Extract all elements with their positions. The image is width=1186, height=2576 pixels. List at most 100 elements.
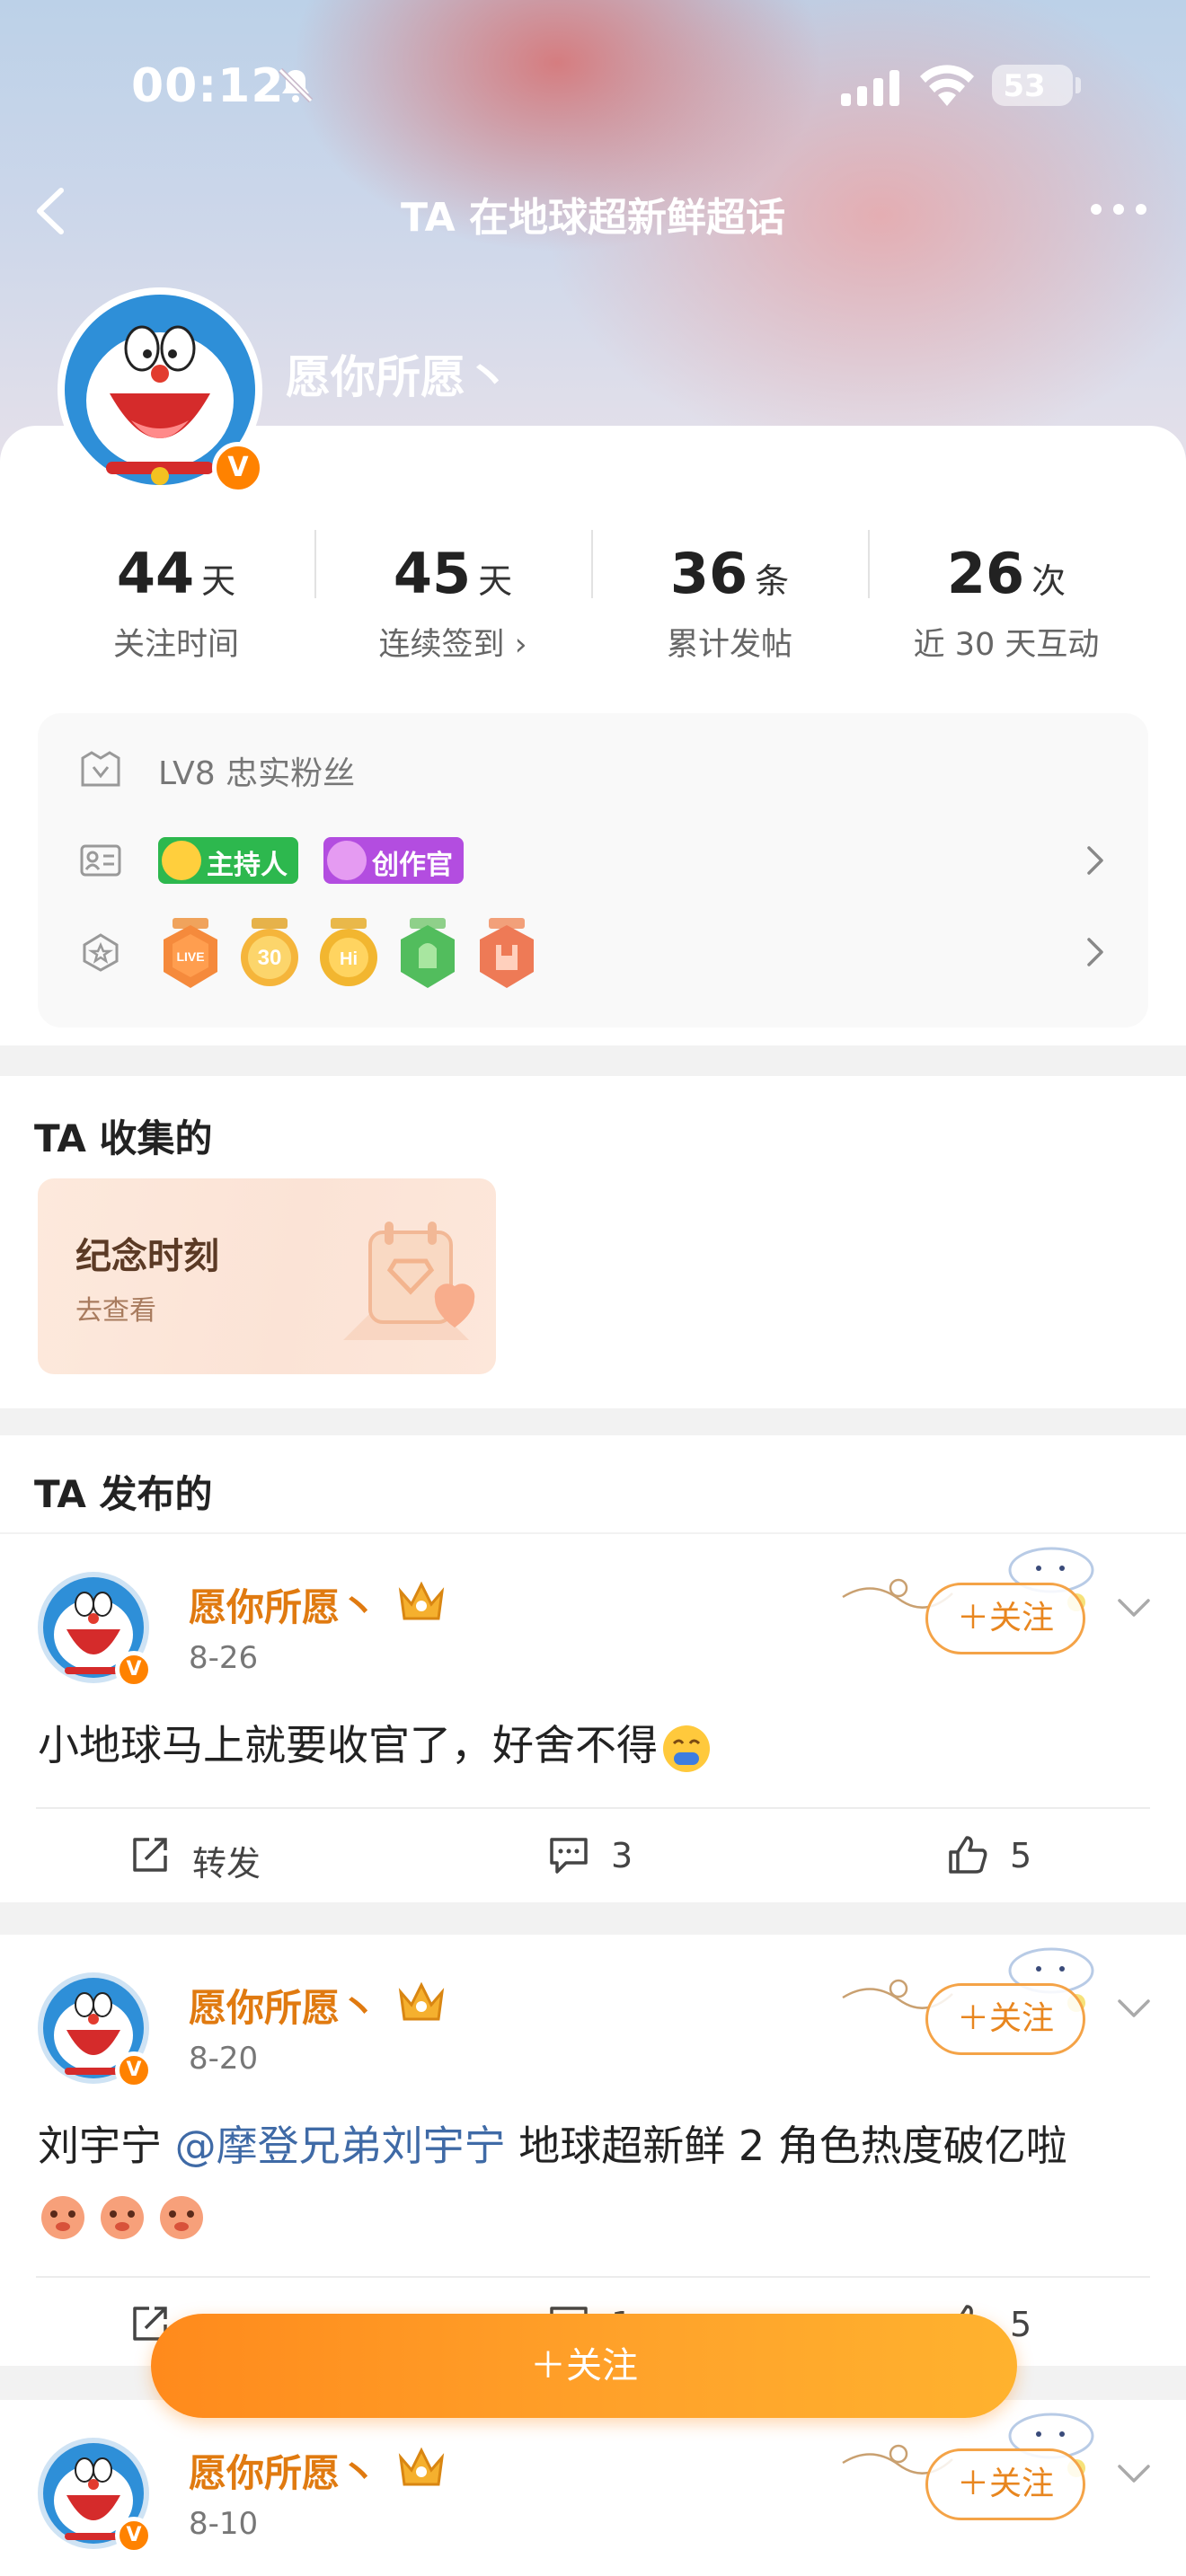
stat-label: 累计发帖 <box>666 627 792 663</box>
pink-face-emoji-icon <box>41 2195 84 2239</box>
like-count: 5 <box>1010 2305 1032 2344</box>
stat-value: 26 <box>946 541 1025 606</box>
pink-face-emoji-icon <box>101 2195 144 2239</box>
post-date: 8-20 <box>189 2041 259 2077</box>
stat-unit: 天 <box>478 561 513 601</box>
like-icon <box>949 1836 987 1874</box>
stat-value: 45 <box>393 541 472 606</box>
repost-icon <box>133 1838 167 1872</box>
crying-emoji-icon <box>663 1725 710 1772</box>
published-title: TA 发布的 <box>34 1472 213 1516</box>
collected-section: TA 收集的 纪念时刻 去查看 <box>0 1076 1186 1408</box>
status-time: 00:12 <box>131 59 285 113</box>
follow-button[interactable]: ＋关注 <box>925 2448 1085 2520</box>
medal-rock-icon[interactable] <box>474 918 539 992</box>
post-text-prefix: 刘宇宁 <box>38 2122 175 2170</box>
stat-value: 36 <box>669 541 748 606</box>
memory-card[interactable]: 纪念时刻 去查看 <box>38 1178 496 1374</box>
user-mention-link[interactable]: @摩登兄弟刘宇宁 <box>175 2122 506 2170</box>
stat-follow-days: 44 天 关注时间 <box>41 541 311 665</box>
floating-follow-button[interactable]: ＋关注 <box>151 2314 1017 2418</box>
medal-hi-icon[interactable]: Hi <box>316 918 381 992</box>
stat-divider <box>591 530 593 598</box>
verified-badge: V <box>115 2517 153 2554</box>
stat-label: 近 30 天互动 <box>913 627 1100 663</box>
chevron-right-icon[interactable] <box>1085 936 1105 968</box>
medal-green-icon[interactable] <box>395 918 460 992</box>
crown-icon <box>398 1981 445 2021</box>
stat-divider <box>868 530 870 598</box>
crown-icon <box>398 2447 445 2486</box>
follow-button[interactable]: ＋关注 <box>925 1983 1085 2055</box>
verified-badge: V <box>212 442 264 494</box>
svg-text:30: 30 <box>258 946 282 970</box>
repost-label: 转发 <box>192 1844 261 1883</box>
fan-level-row: LV8 忠实粉丝 <box>38 733 1148 805</box>
stat-divider <box>314 530 316 598</box>
fan-tags-row[interactable]: 主持人 创作官 <box>38 825 1148 896</box>
stat-unit: 次 <box>1031 561 1067 601</box>
post-actions: 转发 3 5 <box>36 1807 1150 1901</box>
stat-checkin-days[interactable]: 45 天 连续签到 › <box>318 541 588 665</box>
stat-unit: 天 <box>201 561 236 601</box>
published-section-header: TA 发布的 <box>0 1435 1186 1532</box>
cellular-signal-icon <box>841 70 899 106</box>
stats-row: 44 天 关注时间 45 天 连续签到 › 36 条 累计发帖 26 次 近 30 天互… <box>0 541 1186 663</box>
calendar-heart-icon <box>343 1222 475 1340</box>
nav-bar: TA 在地球超新鲜超话 <box>0 171 1186 251</box>
post-date: 8-26 <box>189 1640 259 1676</box>
memory-card-link[interactable]: 去查看 <box>75 1288 156 1328</box>
collected-title: TA 收集的 <box>34 1116 213 1160</box>
post-card[interactable]: V 愿你所愿丶 8-26 ＋关注 小地球马上就要收官了，好舍不得 转发 3 5 <box>0 1534 1186 1902</box>
post-text: 刘宇宁 @摩登兄弟刘宇宁 地球超新鲜 2 角色热度破亿啦 <box>38 2113 1152 2245</box>
wifi-icon <box>920 65 974 106</box>
comment-count: 3 <box>611 1836 633 1875</box>
svg-text:Hi: Hi <box>340 949 358 969</box>
post-date: 8-10 <box>189 2506 259 2542</box>
chevron-down-icon[interactable] <box>1116 1998 1152 2019</box>
memory-card-title: 纪念时刻 <box>75 1236 219 1277</box>
battery-level: 53 <box>1003 68 1046 104</box>
post-text: 小地球马上就要收官了，好舍不得 <box>38 1712 1152 1778</box>
verified-badge: V <box>115 1651 153 1689</box>
post-text-suffix: 地球超新鲜 2 角色热度破亿啦 <box>505 2122 1067 2170</box>
creator-tag: 创作官 <box>323 837 464 884</box>
stat-posts: 36 条 累计发帖 <box>595 541 864 665</box>
fan-info-box: LV8 忠实粉丝 主持人 创作官 LIVE 30 Hi <box>38 713 1148 1028</box>
post-card[interactable]: V 愿你所愿丶 8-10 ＋关注 <box>0 2400 1186 2576</box>
host-tag: 主持人 <box>158 837 298 884</box>
stat-label: 关注时间 <box>112 627 239 663</box>
crown-icon <box>398 1581 445 1620</box>
medals-row[interactable]: LIVE 30 Hi <box>38 916 1148 988</box>
comment-icon <box>550 1838 588 1874</box>
chevron-down-icon[interactable] <box>1116 1597 1152 1619</box>
stat-unit: 条 <box>755 561 790 601</box>
post-card[interactable]: V 愿你所愿丶 8-20 ＋关注 刘宇宁 @摩登兄弟刘宇宁 地球超新鲜 2 角色… <box>0 1935 1186 2366</box>
bell-muted-icon <box>278 67 314 103</box>
follow-button[interactable]: ＋关注 <box>925 1583 1085 1654</box>
post-author-name[interactable]: 愿你所愿丶 <box>189 1577 377 1632</box>
host-tag-label: 主持人 <box>207 850 288 881</box>
chevron-down-icon[interactable] <box>1116 2463 1152 2484</box>
creator-tag-label: 创作官 <box>372 850 453 881</box>
medal-live-icon[interactable]: LIVE <box>158 918 223 992</box>
like-count: 5 <box>1010 1836 1032 1875</box>
post-author-name[interactable]: 愿你所愿丶 <box>189 1978 377 2033</box>
fan-level-text: LV8 忠实粉丝 <box>158 755 356 792</box>
battery-nub <box>1075 77 1081 93</box>
battery-indicator: 53 <box>992 65 1081 106</box>
post-author-name[interactable]: 愿你所愿丶 <box>189 2443 377 2498</box>
medal-outline-icon <box>83 933 119 972</box>
fan-level-icon <box>81 751 120 787</box>
pink-face-emoji-icon <box>160 2195 203 2239</box>
back-arrow-icon[interactable] <box>25 180 79 243</box>
stat-label: 连续签到 › <box>378 627 527 663</box>
verified-badge: V <box>115 2051 153 2089</box>
profile-name[interactable]: 愿你所愿丶 <box>286 341 510 406</box>
chevron-right-icon[interactable] <box>1085 844 1105 877</box>
host-tag-icon <box>162 841 201 880</box>
more-options-icon[interactable] <box>1087 196 1150 223</box>
profile-card: 44 天 关注时间 45 天 连续签到 › 36 条 累计发帖 26 次 近 30 天互… <box>0 426 1186 1045</box>
creator-tag-icon <box>327 841 367 880</box>
medal-30days-icon[interactable]: 30 <box>237 918 302 992</box>
